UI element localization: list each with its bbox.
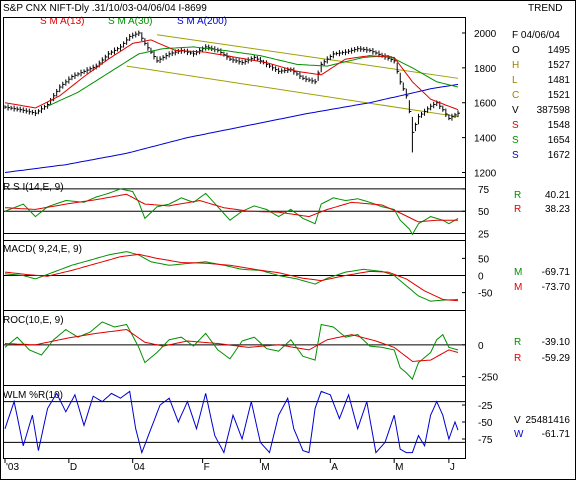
- indicator-y-tick-label: 75: [478, 185, 490, 196]
- trendline: [156, 34, 459, 79]
- wlm-title: WLM %R(10): [3, 390, 63, 401]
- indicator-series-line: [4, 390, 459, 455]
- indicator-readout-value: 40.21: [545, 190, 570, 201]
- x-tick-label: M: [395, 462, 403, 473]
- indicator-readout-value: -39.10: [542, 337, 571, 348]
- indicator-readout-label: R: [514, 204, 521, 215]
- price-y-tick-label: 1200: [474, 169, 497, 180]
- price-readout-label: S: [512, 135, 519, 146]
- indicator-series-line: [4, 193, 458, 223]
- panel-frames: [3, 17, 466, 459]
- x-tick-label: '03: [6, 462, 19, 473]
- x-tick-label: D: [70, 462, 77, 473]
- rsi-title: R S I(14,E, 9): [3, 182, 64, 193]
- indicator-y-tick-label: -25: [478, 401, 493, 412]
- indicator-readout-label: W: [514, 429, 524, 440]
- price-readout-label: H: [512, 60, 519, 71]
- x-tick-label: 04: [134, 462, 146, 473]
- trend-label: TREND: [528, 3, 562, 14]
- price-y-tick-label: 2000: [474, 29, 497, 40]
- indicator-series-line: [4, 253, 459, 302]
- price-readout-value: 1495: [548, 45, 571, 56]
- price-y-tick-label: 1800: [474, 64, 497, 75]
- indicator-y-tick-label: -50: [478, 418, 493, 429]
- indicator-readout-value: -59.29: [542, 353, 571, 364]
- price-y-tick-label: 1600: [474, 99, 497, 110]
- x-tick-label: M: [261, 462, 269, 473]
- price-panel-frame: [3, 17, 466, 178]
- price-bars: [4, 30, 460, 153]
- sma13-line: [4, 39, 459, 111]
- reference-lines: [4, 188, 465, 443]
- chart-title: S&P CNX NIFT-Dly .31/10/03-04/06/04 I-86…: [3, 3, 207, 14]
- indicator-y-tick-label: -75: [478, 435, 493, 446]
- price-readout-value: 387598: [537, 105, 571, 116]
- sma200-line: [4, 83, 459, 173]
- indicator-y-tick-label: -50: [478, 289, 493, 300]
- indicator-readout-value: -73.70: [542, 282, 571, 293]
- price-readout-value: 1521: [548, 90, 571, 101]
- price-readout-label: V: [512, 105, 519, 116]
- price-readout-value: 1548: [548, 120, 571, 131]
- price-readout-label: S: [512, 150, 519, 161]
- indicator-readout-value: -69.71: [542, 267, 571, 278]
- value-readouts: F 04/06/04 O 1495 H 1527 L 1481 C 1521 V 387598 S 15…: [512, 30, 570, 440]
- indicator-y-tick-label: 50: [478, 207, 490, 218]
- roc-panel-frame: [3, 310, 466, 386]
- macd-title: MACD( 9,24,E, 9): [3, 244, 82, 255]
- indicator-readout-label: M: [514, 282, 522, 293]
- price-readout-label: O: [512, 45, 520, 56]
- indicator-series-line: [4, 251, 459, 302]
- price-readout-value: 1527: [548, 60, 571, 71]
- indicator-series-line: [4, 321, 459, 381]
- indicator-readout-label: R: [514, 190, 521, 201]
- wlm-panel-frame: [3, 385, 466, 459]
- x-tick-label: J: [450, 462, 455, 473]
- indicator-readout-label: R: [514, 337, 521, 348]
- indicator-readout-label: M: [514, 267, 522, 278]
- x-tick-label: A: [331, 462, 338, 473]
- price-readout-label: S: [512, 120, 519, 131]
- price-readout-value: 1654: [548, 135, 571, 146]
- indicator-y-tick-label: 0: [478, 341, 484, 352]
- chart-canvas: S&P CNX NIFT-Dly .31/10/03-04/06/04 I-86…: [0, 0, 576, 480]
- price-readout-label: L: [512, 75, 518, 86]
- indicator-y-tick-label: 25: [478, 230, 490, 241]
- indicator-y-tick-label: 0: [478, 272, 484, 283]
- price-readout-value: 1481: [548, 75, 571, 86]
- indicator-readout-value: 38.23: [545, 204, 570, 215]
- x-tick-label: F: [204, 462, 210, 473]
- trendline: [126, 65, 459, 118]
- indicator-y-tick-label: -250: [478, 373, 498, 384]
- price-readout-value: 1672: [548, 150, 571, 161]
- indicator-y-tick-label: 50: [478, 254, 490, 265]
- price-readout-label: C: [512, 90, 519, 101]
- indicator-readout-label: V: [514, 415, 521, 426]
- roc-title: ROC(10,E, 9): [3, 315, 64, 326]
- indicator-readout-label: R: [514, 353, 521, 364]
- indicator-readout-value: 25481416: [526, 415, 571, 426]
- indicator-readout-value: -61.71: [542, 429, 571, 440]
- price-readout-label: F 04/06/04: [512, 30, 560, 41]
- price-y-tick-label: 1400: [474, 134, 497, 145]
- sma30-line: [47, 46, 459, 107]
